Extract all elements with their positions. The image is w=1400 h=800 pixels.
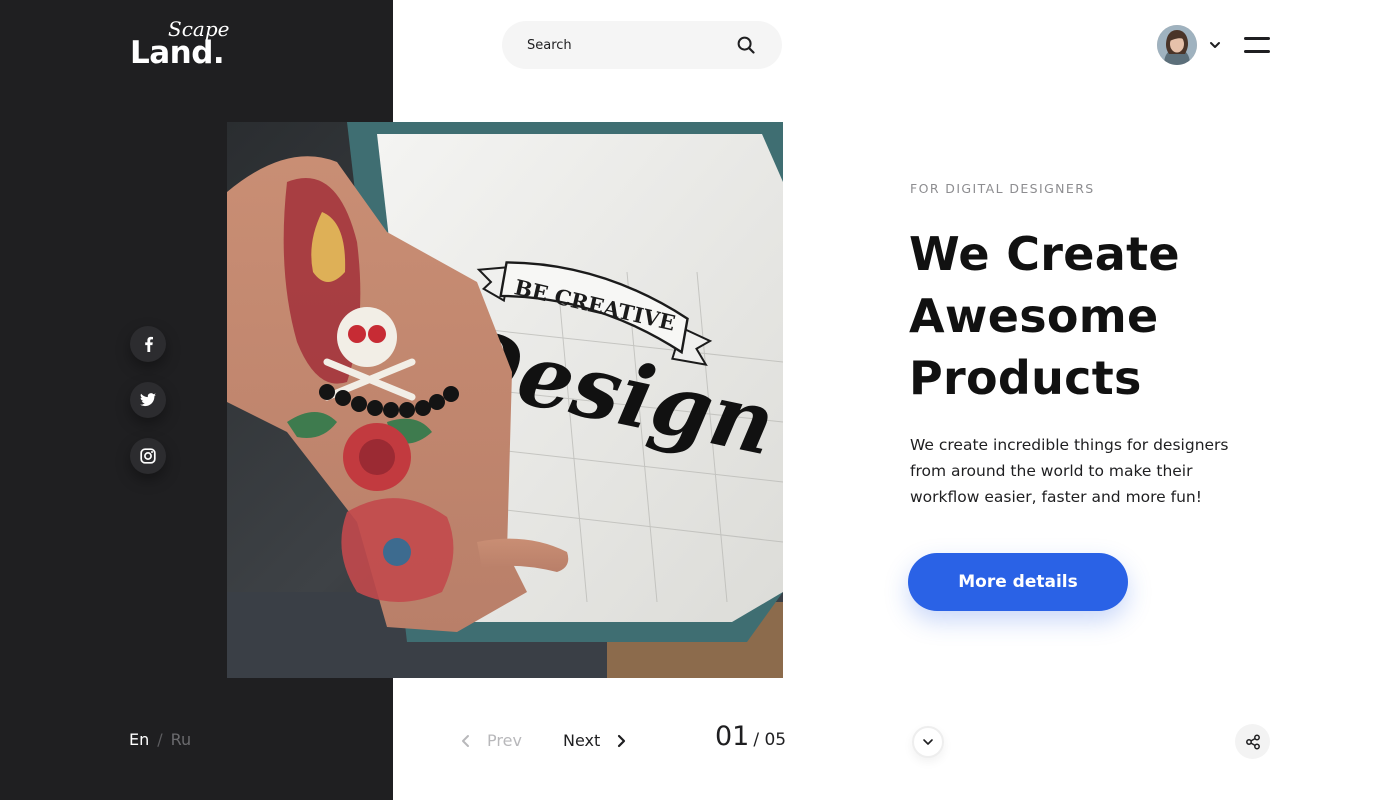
- language-en[interactable]: En: [129, 730, 149, 749]
- hero-eyebrow: For Digital Designers: [910, 181, 1095, 196]
- user-avatar[interactable]: [1157, 25, 1197, 65]
- search-icon[interactable]: [737, 36, 755, 54]
- next-button[interactable]: Next: [563, 731, 627, 751]
- language-ru[interactable]: Ru: [171, 730, 192, 749]
- twitter-icon: [140, 393, 156, 407]
- facebook-icon: [145, 336, 153, 352]
- facebook-button[interactable]: [130, 326, 166, 362]
- menu-line-top: [1244, 37, 1270, 40]
- chevron-right-icon: [618, 734, 626, 748]
- slide-current: 01: [715, 721, 750, 752]
- instagram-icon: [140, 448, 156, 464]
- share-button[interactable]: [1235, 724, 1270, 759]
- instagram-button[interactable]: [130, 438, 166, 474]
- search-bar: [502, 21, 782, 69]
- more-details-button[interactable]: More details: [908, 553, 1128, 611]
- scroll-down-button[interactable]: [912, 726, 944, 758]
- logo[interactable]: Scape Land.: [130, 16, 240, 71]
- search-input[interactable]: [527, 21, 727, 69]
- slide-total: / 05: [753, 730, 787, 750]
- headline-line-2: Awesome: [909, 289, 1159, 343]
- next-label: Next: [563, 731, 601, 750]
- prev-button[interactable]: Prev: [460, 731, 522, 751]
- chevron-left-icon: [462, 735, 469, 747]
- twitter-button[interactable]: [130, 382, 166, 418]
- language-separator: /: [157, 730, 163, 749]
- avatar-portrait: [1157, 25, 1197, 65]
- headline-line-3: Products: [909, 351, 1142, 405]
- slide-counter: 01/ 05: [715, 721, 786, 756]
- menu-line-bottom: [1244, 50, 1270, 53]
- logo-name: Land.: [130, 35, 225, 71]
- hero-headline: We Create Awesome Products: [909, 223, 1329, 409]
- chevron-down-icon[interactable]: [1209, 39, 1221, 51]
- language-switcher: En / Ru: [129, 730, 191, 750]
- headline-line-1: We Create: [909, 227, 1180, 281]
- chevron-down-icon: [923, 739, 933, 745]
- hamburger-menu-icon[interactable]: [1244, 37, 1270, 53]
- page: Scape Land. En / Ru Search BE CREATIVE D…: [0, 0, 1400, 800]
- share-icon: [1245, 734, 1260, 749]
- hero-description: We create incredible things for designer…: [910, 436, 1229, 506]
- prev-label: Prev: [487, 731, 522, 750]
- hero-image: BE CREATIVE Design: [227, 122, 783, 678]
